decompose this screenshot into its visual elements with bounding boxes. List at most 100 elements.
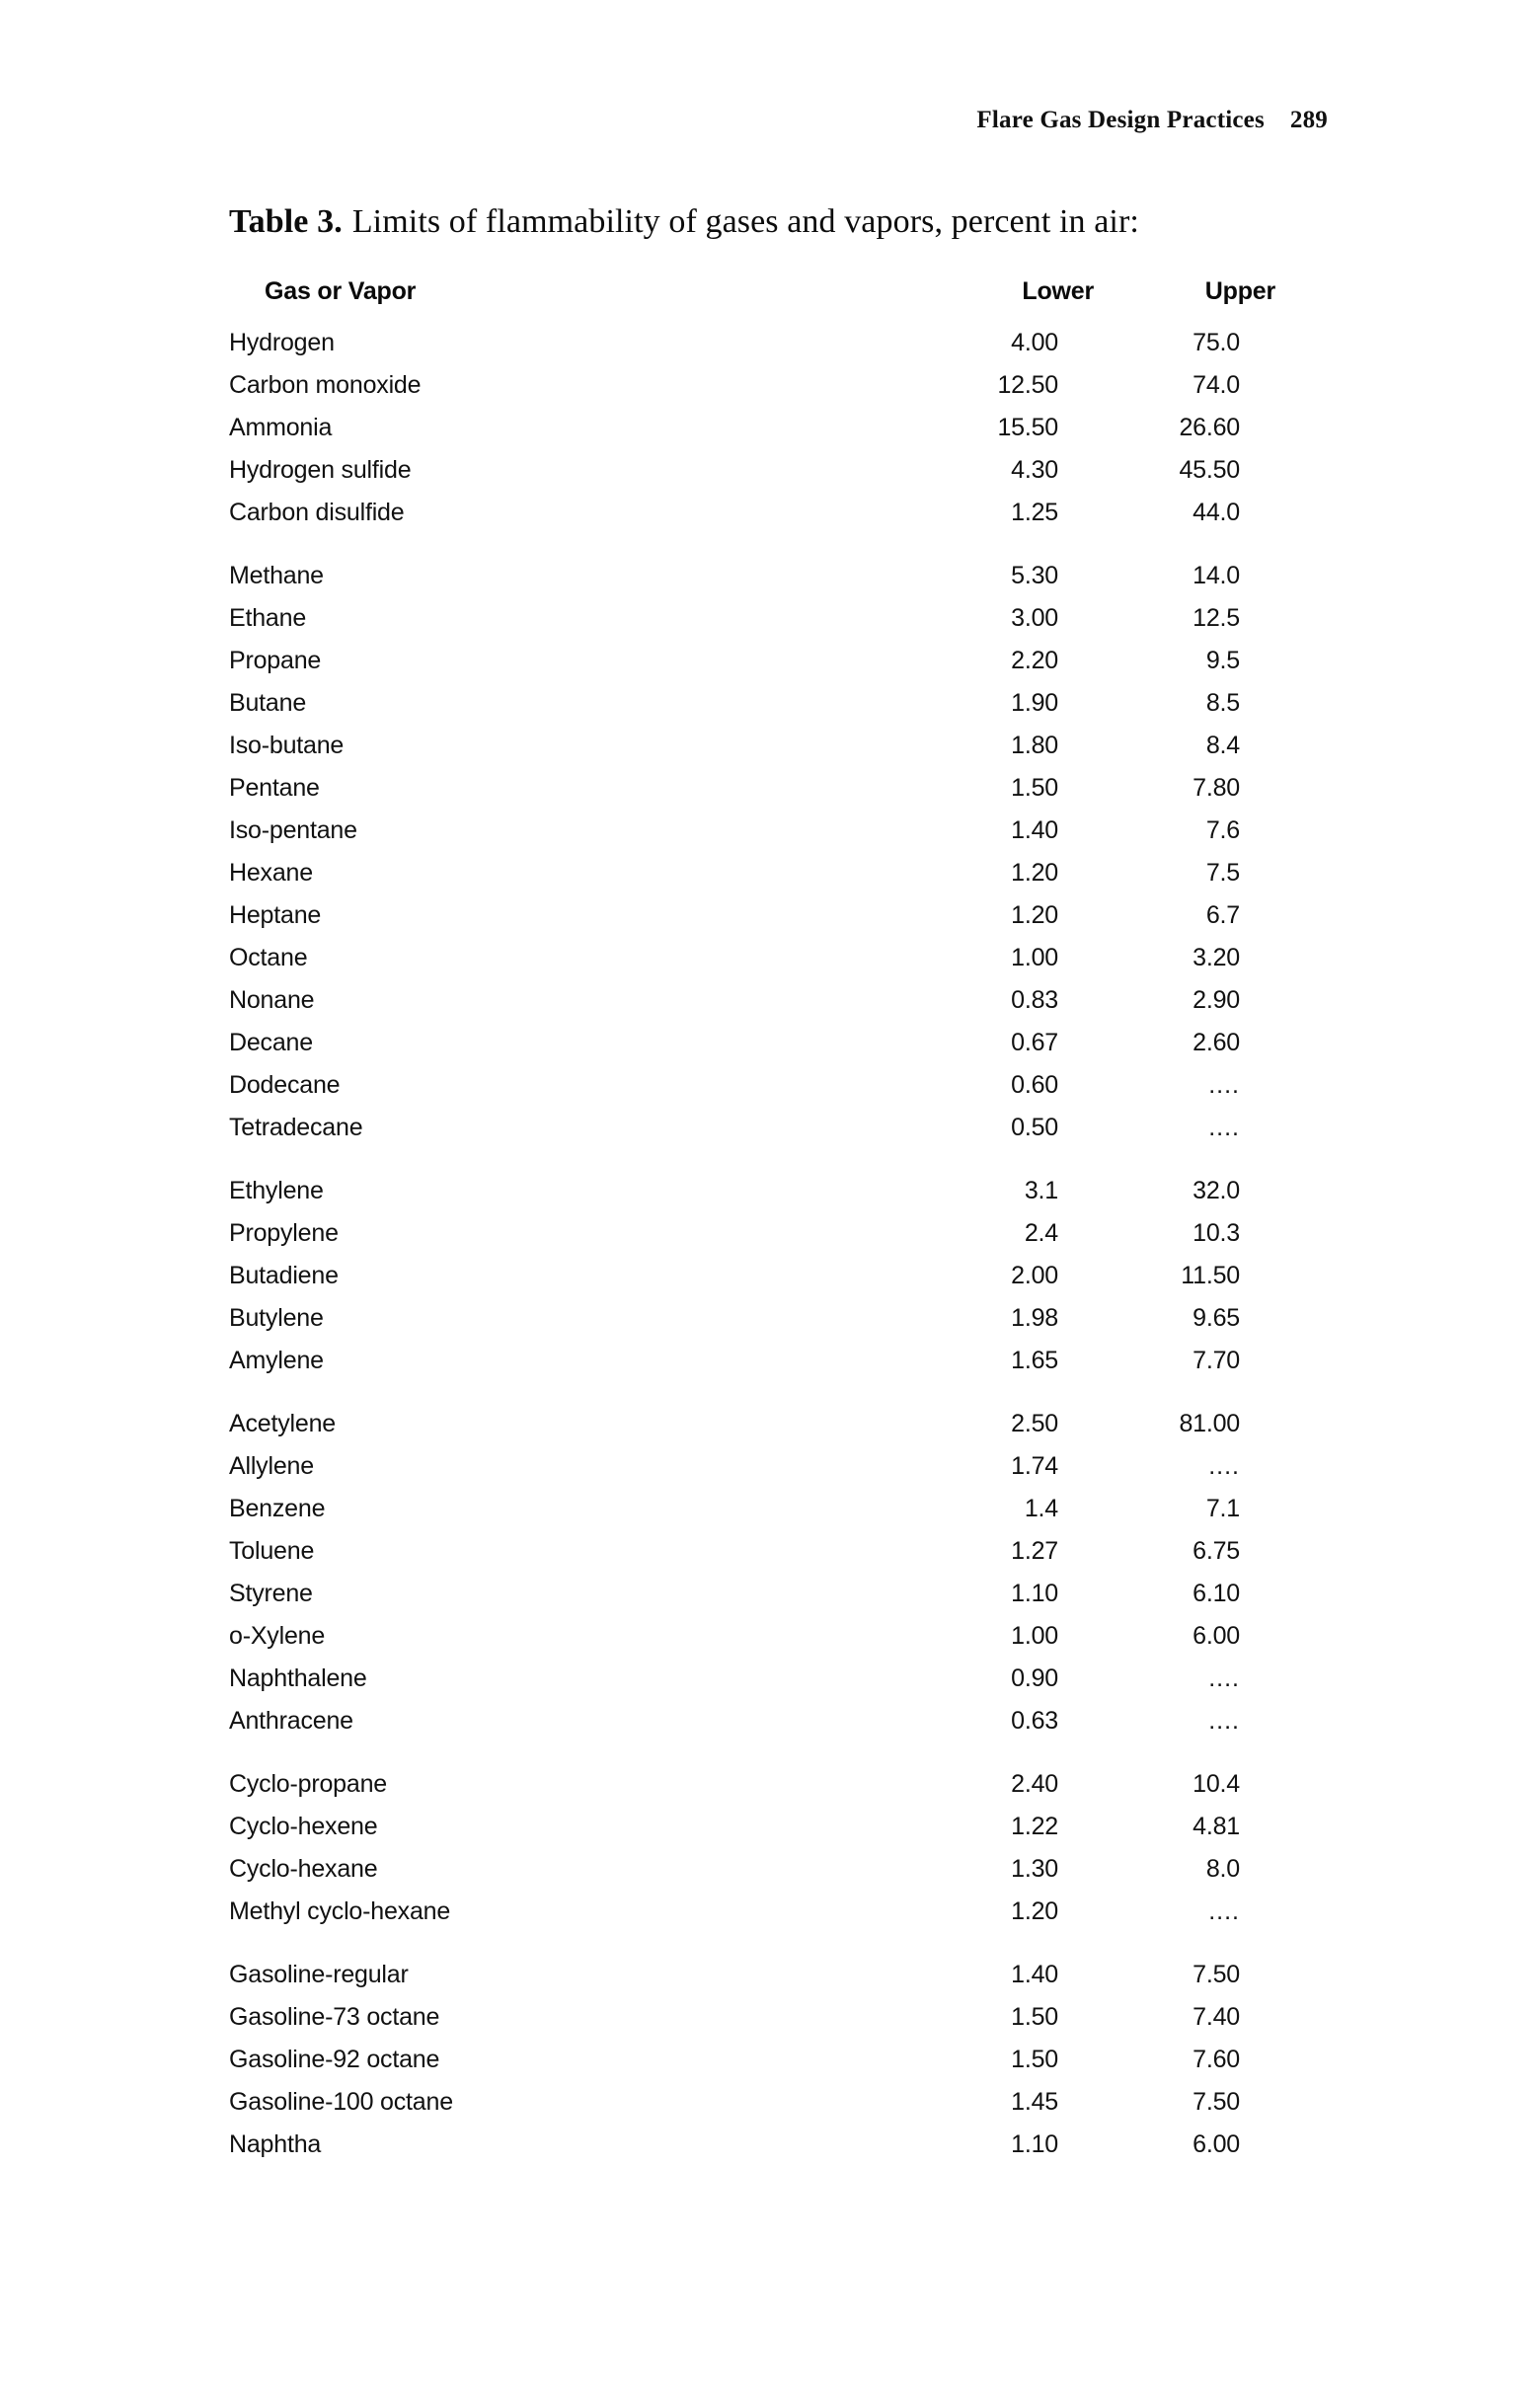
- cell-lower-limit: 1.40: [1011, 1961, 1058, 1988]
- running-head: Flare Gas Design Practices 289: [0, 107, 1328, 134]
- cell-lower-limit: 0.90: [1011, 1664, 1058, 1692]
- table-row: Ammonia 15.50 26.60: [229, 414, 1275, 456]
- cell-lower-limit: 2.50: [1011, 1410, 1058, 1437]
- cell-lower-limit: 1.4: [1024, 1495, 1058, 1522]
- table-row: Propylene 2.4 10.3: [229, 1219, 1275, 1262]
- table-row: Cyclo-hexene 1.22 4.81: [229, 1813, 1275, 1855]
- table-row: Tetradecane 0.50....: [229, 1114, 1275, 1156]
- table-row: Toluene 1.27 6.75: [229, 1537, 1275, 1580]
- flammability-limits-table: Gas or Vapor Lower Upper Hydrogen 4.00 75.…: [229, 277, 1275, 2173]
- group-separator: [229, 1749, 1275, 1770]
- cell-upper-limit: 75.0: [1193, 329, 1240, 356]
- cell-gas-name: Naphthalene: [229, 1664, 367, 1692]
- cell-upper-limit: 32.0: [1193, 1177, 1240, 1204]
- table-row: Ethylene 3.1 32.0: [229, 1177, 1275, 1219]
- cell-gas-name: Acetylene: [229, 1410, 336, 1437]
- cell-lower-limit: 1.20: [1011, 859, 1058, 887]
- group-separator: [229, 541, 1275, 562]
- cell-lower-limit: 3.1: [1024, 1177, 1058, 1204]
- cell-gas-name: Butane: [229, 689, 307, 717]
- cell-lower-limit: 12.50: [997, 371, 1058, 399]
- cell-gas-name: Carbon monoxide: [229, 371, 422, 399]
- table-row: Ethane 3.00 12.5: [229, 604, 1275, 647]
- cell-upper-limit: 7.60: [1193, 2046, 1240, 2073]
- cell-upper-limit: 44.0: [1193, 499, 1240, 526]
- cell-gas-name: Dodecane: [229, 1071, 341, 1099]
- table-row: Decane 0.67 2.60: [229, 1029, 1275, 1071]
- cell-upper-limit: ....: [1208, 1452, 1240, 1480]
- cell-upper-limit: 7.40: [1193, 2003, 1240, 2031]
- cell-gas-name: Cyclo-hexane: [229, 1855, 378, 1883]
- cell-lower-limit: 5.30: [1011, 562, 1058, 589]
- table-row: Benzene 1.4 7.1: [229, 1495, 1275, 1537]
- cell-upper-limit: 7.5: [1205, 859, 1240, 887]
- cell-gas-name: Cyclo-hexene: [229, 1813, 378, 1840]
- cell-gas-name: Anthracene: [229, 1707, 353, 1735]
- cell-lower-limit: 15.50: [997, 414, 1058, 441]
- group-separator: [229, 1940, 1275, 1961]
- cell-upper-limit: 2.60: [1193, 1029, 1240, 1056]
- table-row: Hydrogen sulfide 4.30 45.50: [229, 456, 1275, 499]
- cell-lower-limit: 0.83: [1011, 986, 1058, 1014]
- table-row: Butane 1.90 8.5: [229, 689, 1275, 732]
- cell-upper-limit: ....: [1208, 1897, 1240, 1925]
- cell-lower-limit: 1.74: [1011, 1452, 1058, 1480]
- table-row: Naphthalene 0.90....: [229, 1664, 1275, 1707]
- cell-gas-name: Benzene: [229, 1495, 326, 1522]
- cell-lower-limit: 1.10: [1011, 2130, 1058, 2158]
- table-body: Hydrogen 4.00 75.0 Carbon monoxide 12.50 74.0…: [229, 329, 1275, 2173]
- cell-lower-limit: 1.00: [1011, 1622, 1058, 1650]
- table-row: Pentane 1.50 7.80: [229, 774, 1275, 816]
- column-header-lower: Lower: [1022, 277, 1094, 305]
- group-separator: [229, 1389, 1275, 1410]
- document-page: Flare Gas Design Practices 289 Table 3. Li…: [0, 0, 1540, 2399]
- cell-upper-limit: 2.90: [1193, 986, 1240, 1014]
- cell-upper-limit: 12.5: [1193, 604, 1240, 632]
- cell-gas-name: Cyclo-propane: [229, 1770, 387, 1798]
- table-row: Iso-butane 1.80 8.4: [229, 732, 1275, 774]
- cell-lower-limit: 1.30: [1011, 1855, 1058, 1883]
- cell-upper-limit: 8.5: [1205, 689, 1240, 717]
- cell-upper-limit: 7.70: [1193, 1347, 1240, 1374]
- cell-upper-limit: 6.00: [1193, 1622, 1240, 1650]
- cell-gas-name: Octane: [229, 944, 308, 971]
- cell-upper-limit: ....: [1208, 1071, 1240, 1099]
- cell-upper-limit: 14.0: [1193, 562, 1240, 589]
- table-row: Propane 2.20 9.5: [229, 647, 1275, 689]
- cell-upper-limit: 10.4: [1193, 1770, 1240, 1798]
- cell-upper-limit: 7.80: [1193, 774, 1240, 802]
- cell-lower-limit: 0.63: [1011, 1707, 1058, 1735]
- cell-upper-limit: 7.50: [1193, 1961, 1240, 1988]
- cell-lower-limit: 1.80: [1011, 732, 1058, 759]
- running-head-title: Flare Gas Design Practices: [976, 107, 1265, 133]
- cell-upper-limit: 26.60: [1179, 414, 1240, 441]
- cell-gas-name: Tetradecane: [229, 1114, 363, 1141]
- cell-lower-limit: 1.27: [1011, 1537, 1058, 1565]
- cell-upper-limit: 8.0: [1205, 1855, 1240, 1883]
- cell-gas-name: Methyl cyclo-hexane: [229, 1897, 451, 1925]
- cell-gas-name: o-Xylene: [229, 1622, 326, 1650]
- cell-lower-limit: 2.4: [1024, 1219, 1058, 1247]
- table-row: Methyl cyclo-hexane 1.20....: [229, 1897, 1275, 1940]
- cell-gas-name: Toluene: [229, 1537, 315, 1565]
- table-header-row: Gas or Vapor Lower Upper: [229, 277, 1275, 329]
- table-row: Gasoline-92 octane 1.50 7.60: [229, 2046, 1275, 2088]
- cell-lower-limit: 1.50: [1011, 774, 1058, 802]
- table-row: Octane 1.00 3.20: [229, 944, 1275, 986]
- cell-gas-name: Butadiene: [229, 1262, 339, 1289]
- table-row: Anthracene 0.63....: [229, 1707, 1275, 1749]
- group-separator: [229, 1156, 1275, 1177]
- column-header-upper: Upper: [1204, 277, 1275, 305]
- cell-gas-name: Styrene: [229, 1580, 313, 1607]
- cell-gas-name: Gasoline-regular: [229, 1961, 409, 1988]
- cell-lower-limit: 0.50: [1011, 1114, 1058, 1141]
- cell-lower-limit: 1.40: [1011, 816, 1058, 844]
- cell-lower-limit: 1.50: [1011, 2003, 1058, 2031]
- cell-upper-limit: 6.10: [1193, 1580, 1240, 1607]
- table-row: Heptane 1.20 6.7: [229, 901, 1275, 944]
- cell-lower-limit: 2.40: [1011, 1770, 1058, 1798]
- table-row: Cyclo-propane 2.40 10.4: [229, 1770, 1275, 1813]
- table-caption: Table 3. Limits of flammability of gases …: [229, 203, 1139, 241]
- cell-upper-limit: 7.1: [1205, 1495, 1240, 1522]
- cell-gas-name: Propane: [229, 647, 322, 674]
